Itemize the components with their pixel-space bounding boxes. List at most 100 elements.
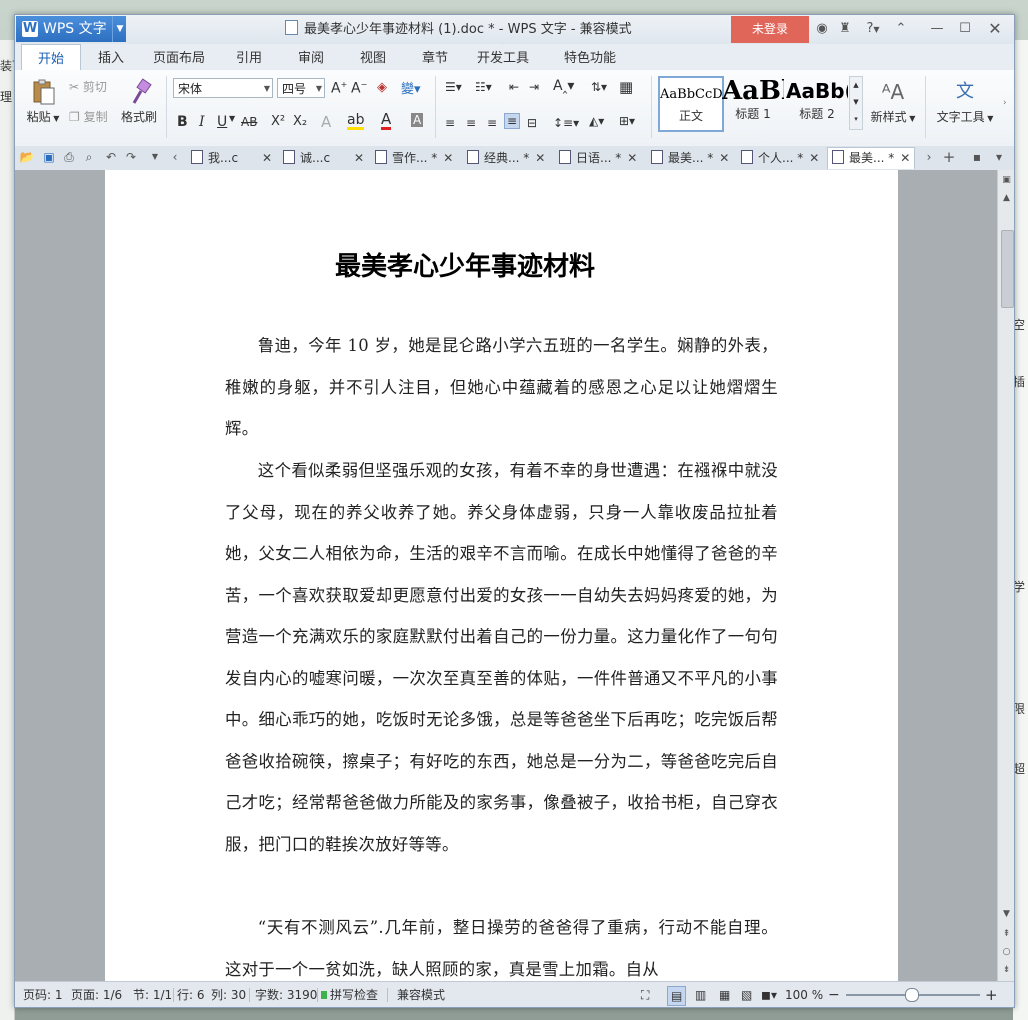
- ruler-toggle-icon[interactable]: ▣: [998, 172, 1014, 188]
- login-button[interactable]: 未登录: [731, 16, 809, 43]
- superscript-button[interactable]: X²: [271, 114, 285, 129]
- doc-tab[interactable]: 经典... * ✕: [463, 148, 549, 169]
- tab-review[interactable]: 审阅: [289, 44, 333, 70]
- tab-page-layout[interactable]: 页面布局: [147, 44, 211, 70]
- close-icon[interactable]: ✕: [985, 19, 1005, 39]
- new-style-button[interactable]: ᴬA 新样式 ▼: [866, 78, 920, 125]
- view-menu-icon[interactable]: ◼▾: [761, 982, 777, 1007]
- ribbon-scroll-right-icon[interactable]: ›: [1003, 98, 1007, 108]
- close-icon[interactable]: ✕: [354, 151, 364, 165]
- align-center-icon[interactable]: ≡: [466, 116, 476, 130]
- doc-tab-active[interactable]: 最美... * ✕: [827, 147, 915, 169]
- paste-button[interactable]: 粘贴 ▼: [23, 78, 63, 125]
- document-page[interactable]: 最美孝心少年事迹材料 鲁迪，今年 10 岁，她是昆仑路小学六五班的一名学生。娴静…: [105, 170, 898, 981]
- subscript-button[interactable]: X₂: [293, 114, 307, 129]
- grow-font-icon[interactable]: A+: [331, 80, 347, 97]
- highlight-icon[interactable]: ab: [347, 113, 365, 130]
- bullet-list-icon[interactable]: ☰▾: [445, 80, 462, 94]
- tab-developer[interactable]: 开发工具: [471, 44, 535, 70]
- tab-list-icon[interactable]: ▪: [969, 149, 985, 165]
- numbered-list-icon[interactable]: ☷▾: [475, 80, 492, 94]
- underline-button[interactable]: U: [217, 114, 227, 130]
- tab-scroll-left-icon[interactable]: ‹: [167, 149, 183, 165]
- doc-tab[interactable]: 诚...c ✕: [279, 148, 365, 169]
- tab-insert[interactable]: 插入: [89, 44, 133, 70]
- shrink-font-icon[interactable]: A−: [351, 80, 367, 97]
- close-icon[interactable]: ✕: [900, 151, 910, 165]
- zoom-level[interactable]: 100 %: [785, 982, 823, 1007]
- tab-scroll-right-icon[interactable]: ›: [921, 149, 937, 165]
- copy-button[interactable]: ❐ 复制: [69, 108, 108, 125]
- help-button[interactable]: ?▼: [860, 19, 886, 39]
- font-size-select[interactable]: 四号 ▼: [277, 78, 325, 98]
- skin-icon[interactable]: ◉: [812, 19, 832, 39]
- doc-tab[interactable]: 个人... * ✕: [737, 148, 823, 169]
- print-icon[interactable]: ⎙: [61, 149, 77, 165]
- italic-button[interactable]: I: [199, 114, 205, 130]
- font-color-icon[interactable]: A: [381, 112, 392, 130]
- shirt-icon[interactable]: ♜: [835, 19, 855, 39]
- select-browse-object-icon[interactable]: ○: [998, 944, 1014, 960]
- close-icon[interactable]: ✕: [443, 151, 453, 165]
- status-page[interactable]: 页面: 1/6: [71, 982, 122, 1007]
- line-spacing-icon[interactable]: ↕≡▾: [553, 116, 579, 130]
- bold-button[interactable]: B: [177, 114, 188, 130]
- close-icon[interactable]: ✕: [809, 151, 819, 165]
- scroll-thumb[interactable]: [1001, 230, 1014, 308]
- minimize-icon[interactable]: —: [927, 19, 947, 39]
- collapse-ribbon-icon[interactable]: ⌃: [891, 19, 911, 39]
- tab-view[interactable]: 视图: [351, 44, 395, 70]
- strikethrough-button[interactable]: AB: [241, 115, 257, 129]
- spell-check-toggle[interactable]: 拼写检查: [321, 982, 378, 1007]
- next-page-icon[interactable]: ⇟: [998, 962, 1014, 978]
- border-icon[interactable]: ⊞▾: [619, 114, 635, 128]
- clear-format-icon[interactable]: ◈: [377, 80, 387, 95]
- doc-tab[interactable]: 我...c ✕: [187, 148, 273, 169]
- format-painter-button[interactable]: 格式刷: [119, 78, 159, 125]
- vertical-scrollbar[interactable]: ▣ ▲ ▼ ⇞ ○ ⇟: [997, 170, 1014, 981]
- doc-tab[interactable]: 日语... * ✕: [555, 148, 641, 169]
- chevron-down-icon[interactable]: ▼: [112, 16, 127, 42]
- maximize-icon[interactable]: ☐: [955, 19, 975, 39]
- align-left-icon[interactable]: ≡: [445, 116, 455, 130]
- style-heading-1[interactable]: AaBl 标题 1: [722, 76, 784, 128]
- paragraph-shading-icon[interactable]: ◭▾: [589, 114, 604, 128]
- cut-button[interactable]: ✂ 剪切: [69, 78, 107, 95]
- phonetic-guide-icon[interactable]: 變▾: [401, 78, 421, 97]
- tab-menu-icon[interactable]: ▾: [991, 149, 1007, 165]
- font-name-select[interactable]: 宋体 ▼: [173, 78, 273, 98]
- wps-app-menu-button[interactable]: W WPS 文字 ▼: [16, 16, 126, 42]
- justify-icon[interactable]: ≡: [504, 113, 521, 129]
- page-view-icon[interactable]: ▤: [667, 986, 687, 1006]
- table-icon[interactable]: ▦: [619, 78, 633, 96]
- outline-view-icon[interactable]: ▥: [695, 982, 706, 1007]
- fullscreen-view-icon[interactable]: ⛶: [641, 982, 649, 1007]
- increase-indent-icon[interactable]: ⇥: [529, 80, 539, 94]
- redo-icon[interactable]: ↷: [123, 149, 139, 165]
- style-heading-2[interactable]: AaBb( 标题 2: [786, 76, 848, 128]
- new-tab-icon[interactable]: +: [941, 149, 957, 165]
- scroll-down-icon[interactable]: ▼: [998, 906, 1014, 922]
- web-view-icon[interactable]: ▦: [719, 982, 730, 1007]
- text-effect-icon[interactable]: A: [321, 113, 331, 131]
- chevron-down-icon[interactable]: ▼: [147, 149, 163, 165]
- style-normal[interactable]: AaBbCcD 正文: [658, 76, 724, 132]
- sort-icon[interactable]: ⇅▾: [591, 80, 607, 94]
- scroll-up-icon[interactable]: ▲: [998, 190, 1014, 206]
- change-case-icon[interactable]: A‸▾: [553, 78, 574, 94]
- reading-view-icon[interactable]: ▧: [741, 982, 752, 1007]
- style-gallery-scroll[interactable]: ▲ ▼ ▾: [849, 76, 863, 130]
- zoom-in-icon[interactable]: +: [985, 982, 998, 1007]
- tab-chapter[interactable]: 章节: [413, 44, 457, 70]
- tab-special-features[interactable]: 特色功能: [550, 44, 630, 70]
- tab-references[interactable]: 引用: [227, 44, 271, 70]
- decrease-indent-icon[interactable]: ⇤: [509, 80, 519, 94]
- open-icon[interactable]: 📂: [19, 149, 35, 165]
- undo-icon[interactable]: ↶: [103, 149, 119, 165]
- distributed-align-icon[interactable]: ⊟: [527, 116, 537, 130]
- char-shading-icon[interactable]: A: [411, 113, 424, 127]
- align-right-icon[interactable]: ≡: [487, 116, 497, 130]
- chevron-down-icon[interactable]: ▼: [229, 114, 235, 123]
- print-preview-icon[interactable]: ⌕: [81, 149, 97, 165]
- save-icon[interactable]: ▣: [41, 149, 57, 165]
